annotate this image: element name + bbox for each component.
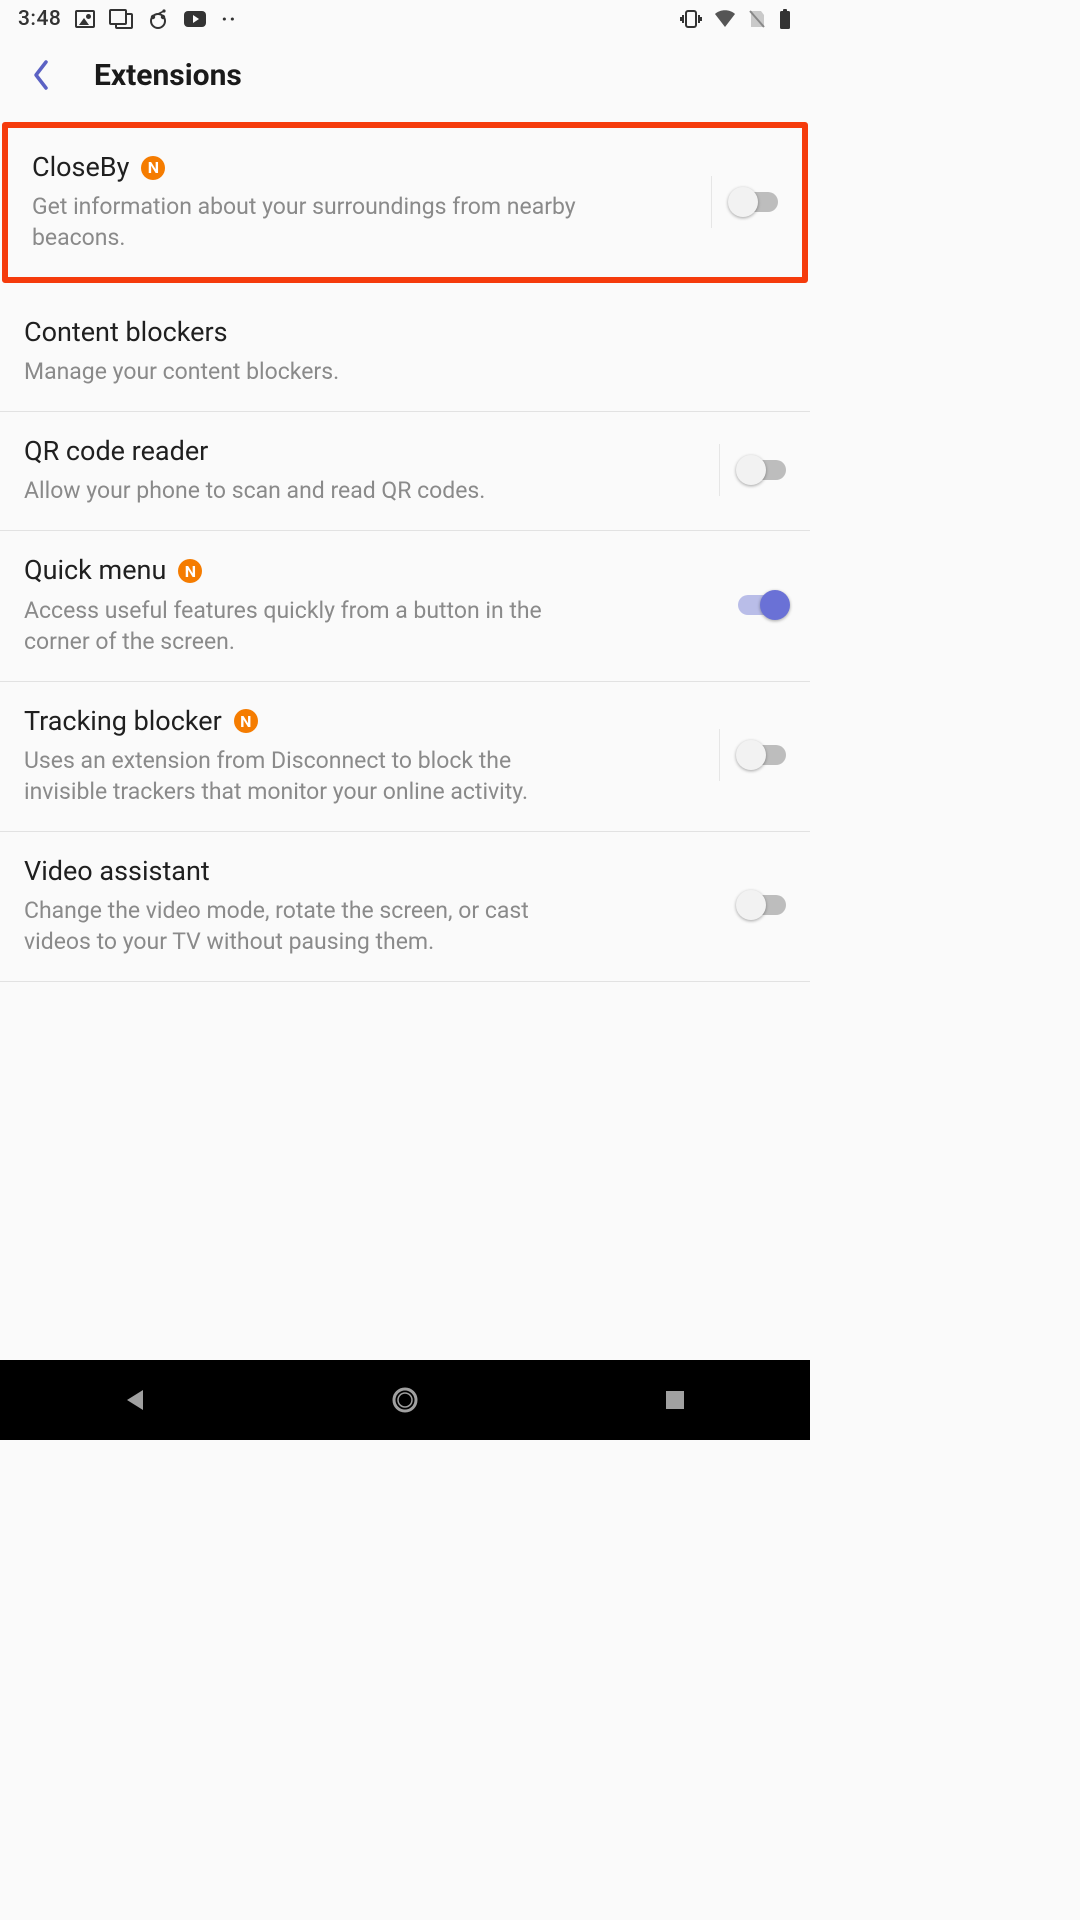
circle-home-icon bbox=[390, 1385, 420, 1415]
vibrate-icon bbox=[680, 9, 702, 29]
status-left: 3:48 ·· bbox=[18, 7, 237, 31]
extension-item-quick-menu[interactable]: Quick menu N Access useful features quic… bbox=[0, 531, 810, 681]
square-recents-icon bbox=[663, 1388, 687, 1412]
new-badge-icon: N bbox=[141, 156, 165, 180]
new-badge-icon: N bbox=[178, 559, 202, 583]
extension-item-qr-reader[interactable]: QR code reader Allow your phone to scan … bbox=[0, 412, 810, 531]
extension-description: Uses an extension from Disconnect to blo… bbox=[24, 745, 584, 807]
extension-title: CloseBy bbox=[32, 150, 129, 185]
extension-text: CloseBy N Get information about your sur… bbox=[32, 150, 711, 253]
triangle-back-icon bbox=[121, 1386, 149, 1414]
android-nav-bar bbox=[0, 1360, 810, 1440]
extension-text: Quick menu N Access useful features quic… bbox=[24, 553, 720, 656]
status-right bbox=[680, 8, 792, 30]
extension-text: Tracking blocker N Uses an extension fro… bbox=[24, 704, 719, 807]
extension-item-content-blockers[interactable]: Content blockers Manage your content blo… bbox=[0, 293, 810, 412]
toggle-container bbox=[711, 176, 778, 228]
quick-menu-toggle[interactable] bbox=[738, 595, 786, 615]
chevron-left-icon bbox=[30, 58, 52, 92]
battery-icon bbox=[778, 8, 792, 30]
nav-back-button[interactable] bbox=[90, 1372, 180, 1428]
youtube-icon bbox=[183, 10, 207, 28]
nav-home-button[interactable] bbox=[360, 1372, 450, 1428]
status-bar: 3:48 ·· bbox=[0, 0, 810, 38]
extension-title: Tracking blocker bbox=[24, 704, 222, 739]
extension-description: Allow your phone to scan and read QR cod… bbox=[24, 475, 584, 506]
extension-item-tracking-blocker[interactable]: Tracking blocker N Uses an extension fro… bbox=[0, 682, 810, 832]
no-sim-icon bbox=[748, 9, 766, 29]
toggle-container bbox=[720, 579, 786, 631]
extension-title: Video assistant bbox=[24, 854, 210, 889]
qr-reader-toggle[interactable] bbox=[738, 460, 786, 480]
gmail-icon bbox=[109, 9, 133, 29]
reddit-icon bbox=[147, 9, 169, 29]
extension-text: Content blockers Manage your content blo… bbox=[24, 315, 786, 387]
extension-item-video-assistant[interactable]: Video assistant Change the video mode, r… bbox=[0, 832, 810, 982]
toggle-container bbox=[719, 729, 786, 781]
nav-recents-button[interactable] bbox=[630, 1372, 720, 1428]
page-header: Extensions bbox=[0, 38, 810, 122]
extension-description: Change the video mode, rotate the screen… bbox=[24, 895, 584, 957]
status-time: 3:48 bbox=[18, 7, 61, 31]
extension-item-closeby[interactable]: CloseBy N Get information about your sur… bbox=[8, 128, 802, 277]
highlight-annotation: CloseBy N Get information about your sur… bbox=[2, 122, 808, 283]
extension-text: QR code reader Allow your phone to scan … bbox=[24, 434, 719, 506]
extensions-list: Content blockers Manage your content blo… bbox=[0, 293, 810, 982]
extension-description: Access useful features quickly from a bu… bbox=[24, 595, 584, 657]
new-badge-icon: N bbox=[234, 709, 258, 733]
page-title: Extensions bbox=[94, 58, 242, 93]
extension-description: Get information about your surroundings … bbox=[32, 191, 592, 253]
tracking-blocker-toggle[interactable] bbox=[738, 745, 786, 765]
extension-title: Quick menu bbox=[24, 553, 166, 588]
extension-text: Video assistant Change the video mode, r… bbox=[24, 854, 720, 957]
wifi-icon bbox=[714, 10, 736, 28]
closeby-toggle[interactable] bbox=[730, 192, 778, 212]
toggle-container bbox=[720, 879, 786, 931]
toggle-container bbox=[719, 444, 786, 496]
more-notifications-icon: ·· bbox=[221, 7, 237, 31]
gallery-icon bbox=[75, 10, 95, 28]
extension-description: Manage your content blockers. bbox=[24, 356, 584, 387]
back-button[interactable] bbox=[18, 52, 64, 98]
extension-title: QR code reader bbox=[24, 434, 208, 469]
video-assistant-toggle[interactable] bbox=[738, 895, 786, 915]
extension-title: Content blockers bbox=[24, 315, 228, 350]
